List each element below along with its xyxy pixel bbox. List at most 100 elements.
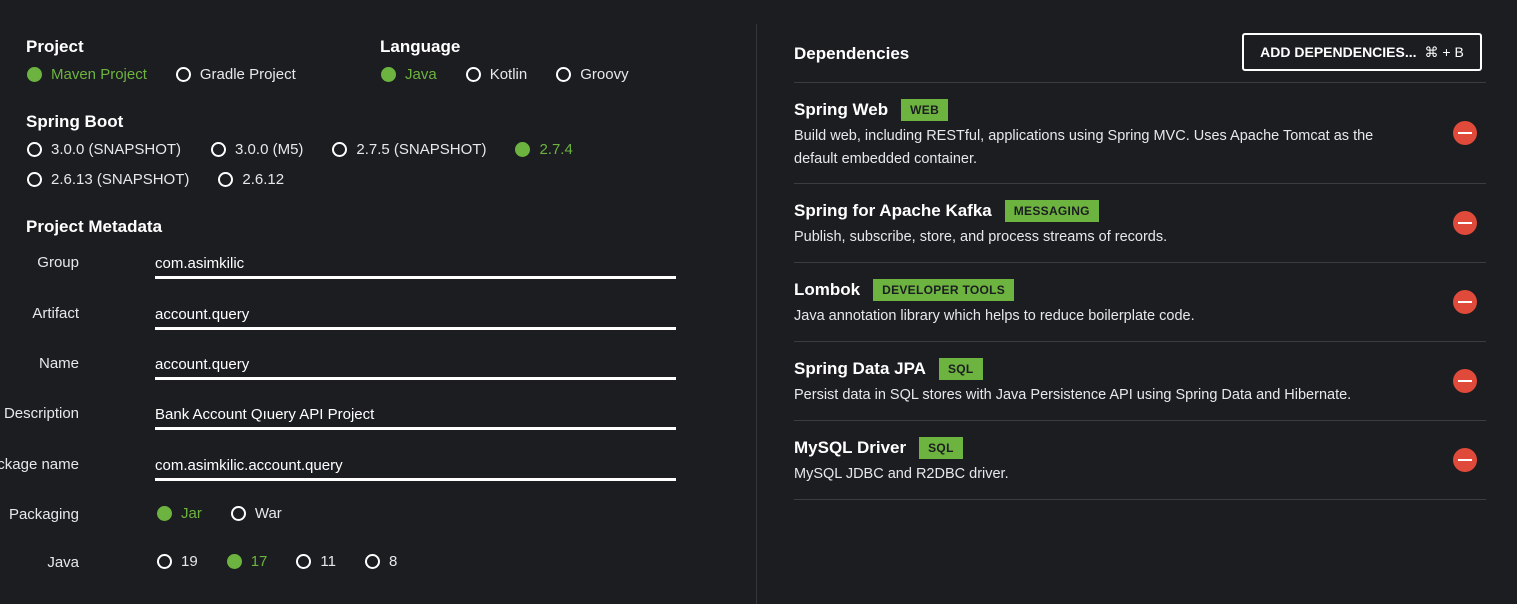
dependency-description: MySQL JDBC and R2DBC driver.	[794, 466, 1009, 482]
java-version-radio-group: 19 17 11 8	[157, 553, 397, 570]
radio-indicator	[332, 141, 348, 157]
project-type-radio-group: Maven Project Gradle Project	[27, 63, 296, 85]
divider	[794, 82, 1486, 83]
project-metadata-section-title: Project Metadata	[26, 217, 163, 236]
name-input[interactable]	[155, 352, 676, 380]
radio-boot-2-6-12[interactable]: 2.6.12	[218, 171, 284, 188]
remove-dependency-icon[interactable]	[1453, 290, 1477, 314]
remove-dependency-icon[interactable]	[1453, 121, 1477, 145]
dependency-description: Build web, including RESTful, applicatio…	[794, 128, 1374, 167]
radio-selected-indicator	[515, 141, 531, 157]
metadata-package-name-row: Package name	[0, 453, 700, 496]
packaging-label: Packaging	[8, 506, 79, 523]
radio-indicator	[218, 171, 234, 187]
project-section-title: Project	[26, 37, 84, 56]
java-label: Java	[47, 554, 79, 571]
dependency-tag: SQL	[938, 358, 983, 380]
dependencies-title: Dependencies	[794, 44, 910, 63]
radio-label: Jar	[181, 505, 202, 522]
dependency-name: Lombok	[794, 280, 861, 299]
spring-boot-radio-group-row1: 3.0.0 (SNAPSHOT) 3.0.0 (M5) 2.7.5 (SNAPS…	[27, 138, 573, 160]
description-label: Description	[3, 405, 79, 422]
dependency-tag: WEB	[901, 99, 949, 121]
radio-label: Maven Project	[51, 65, 147, 83]
radio-label: 3.0.0 (M5)	[235, 140, 304, 158]
radio-indicator	[364, 554, 380, 569]
radio-jar[interactable]: Jar	[157, 505, 202, 522]
packaging-radio-group: Jar War	[157, 505, 282, 522]
dependency-name: Spring Web	[794, 100, 889, 119]
spring-boot-section-title: Spring Boot	[26, 112, 124, 131]
dependency-name: Spring for Apache Kafka	[794, 201, 992, 220]
radio-label: 19	[181, 553, 198, 570]
remove-dependency-icon[interactable]	[1453, 369, 1477, 393]
radio-indicator	[296, 554, 312, 569]
radio-indicator	[556, 66, 572, 82]
artifact-input[interactable]	[155, 302, 676, 330]
radio-boot-2-7-5-snapshot[interactable]: 2.7.5 (SNAPSHOT)	[332, 141, 486, 158]
artifact-label: Artifact	[32, 305, 79, 322]
radio-war[interactable]: War	[230, 505, 282, 522]
package-name-input[interactable]	[155, 453, 676, 481]
divider	[794, 341, 1486, 342]
dependency-tag: MESSAGING	[1004, 200, 1099, 222]
dependency-description: Publish, subscribe, store, and process s…	[794, 229, 1168, 245]
radio-java-17[interactable]: 17	[226, 553, 268, 570]
radio-label: Groovy	[580, 65, 629, 83]
radio-boot-3-0-0-m5[interactable]: 3.0.0 (M5)	[211, 141, 303, 158]
dependency-item-lombok: Lombok DEVELOPER TOOLS Java annotation l…	[794, 278, 1486, 328]
radio-label: Java	[405, 65, 437, 83]
dependency-item-mysql-driver: MySQL Driver SQL MySQL JDBC and R2DBC dr…	[794, 436, 1486, 486]
radio-boot-2-7-4[interactable]: 2.7.4	[515, 140, 573, 158]
dependency-name: Spring Data JPA	[794, 359, 926, 378]
radio-label: Gradle Project	[199, 65, 296, 83]
dependencies-panel: Dependencies ADD DEPENDENCIES... ⌘ + B S…	[757, 0, 1517, 604]
project-settings-panel: Project Maven Project Gradle Project Lan…	[0, 0, 757, 604]
radio-indicator	[27, 171, 42, 187]
radio-maven-project[interactable]: Maven Project	[27, 66, 147, 83]
group-input[interactable]	[155, 251, 676, 279]
radio-label: 17	[250, 553, 268, 570]
dependency-tag: DEVELOPER TOOLS	[873, 279, 1015, 301]
radio-indicator	[211, 141, 227, 157]
metadata-name-row: Name	[0, 352, 700, 395]
radio-gradle-project[interactable]: Gradle Project	[175, 65, 296, 83]
radio-groovy[interactable]: Groovy	[556, 65, 629, 83]
metadata-artifact-row: Artifact	[0, 302, 700, 345]
radio-label: 3.0.0 (SNAPSHOT)	[51, 140, 182, 158]
dependency-description: Java annotation library which helps to r…	[794, 308, 1195, 324]
radio-indicator	[465, 66, 481, 82]
radio-label: 2.7.4	[539, 140, 573, 158]
radio-selected-indicator	[381, 66, 396, 82]
radio-java[interactable]: Java	[381, 66, 437, 83]
add-dependencies-label: ADD DEPENDENCIES...	[1260, 44, 1417, 60]
group-label: Group	[37, 254, 79, 271]
radio-boot-2-6-13-snapshot[interactable]: 2.6.13 (SNAPSHOT)	[27, 171, 189, 188]
dependency-item-spring-data-jpa: Spring Data JPA SQL Persist data in SQL …	[794, 357, 1486, 407]
spring-boot-radio-group-row2: 2.6.13 (SNAPSHOT) 2.6.12	[27, 168, 284, 190]
radio-java-11[interactable]: 11	[296, 553, 336, 570]
divider	[794, 262, 1486, 263]
remove-dependency-icon[interactable]	[1453, 448, 1477, 472]
radio-boot-3-0-0-snapshot[interactable]: 3.0.0 (SNAPSHOT)	[27, 141, 181, 158]
radio-indicator	[157, 554, 172, 569]
radio-label: 11	[320, 553, 336, 570]
radio-java-19[interactable]: 19	[157, 553, 198, 570]
radio-java-8[interactable]: 8	[364, 553, 398, 570]
metadata-java-row: Java 19 17 11 8	[0, 553, 700, 594]
dependency-description: Persist data in SQL stores with Java Per…	[794, 387, 1352, 403]
radio-kotlin[interactable]: Kotlin	[465, 66, 527, 83]
dependency-name: MySQL Driver	[794, 438, 907, 457]
remove-dependency-icon[interactable]	[1453, 211, 1477, 235]
radio-indicator	[230, 506, 246, 521]
divider	[794, 420, 1486, 421]
metadata-group-row: Group	[0, 251, 700, 294]
radio-selected-indicator	[27, 66, 42, 82]
radio-label: 8	[388, 553, 398, 570]
divider	[794, 183, 1486, 184]
dependency-tag: SQL	[919, 437, 963, 459]
description-input[interactable]	[155, 402, 676, 430]
dependency-item-spring-web: Spring Web WEB Build web, including REST…	[794, 98, 1486, 171]
radio-indicator	[27, 141, 42, 157]
add-dependencies-button[interactable]: ADD DEPENDENCIES... ⌘ + B	[1242, 33, 1482, 71]
